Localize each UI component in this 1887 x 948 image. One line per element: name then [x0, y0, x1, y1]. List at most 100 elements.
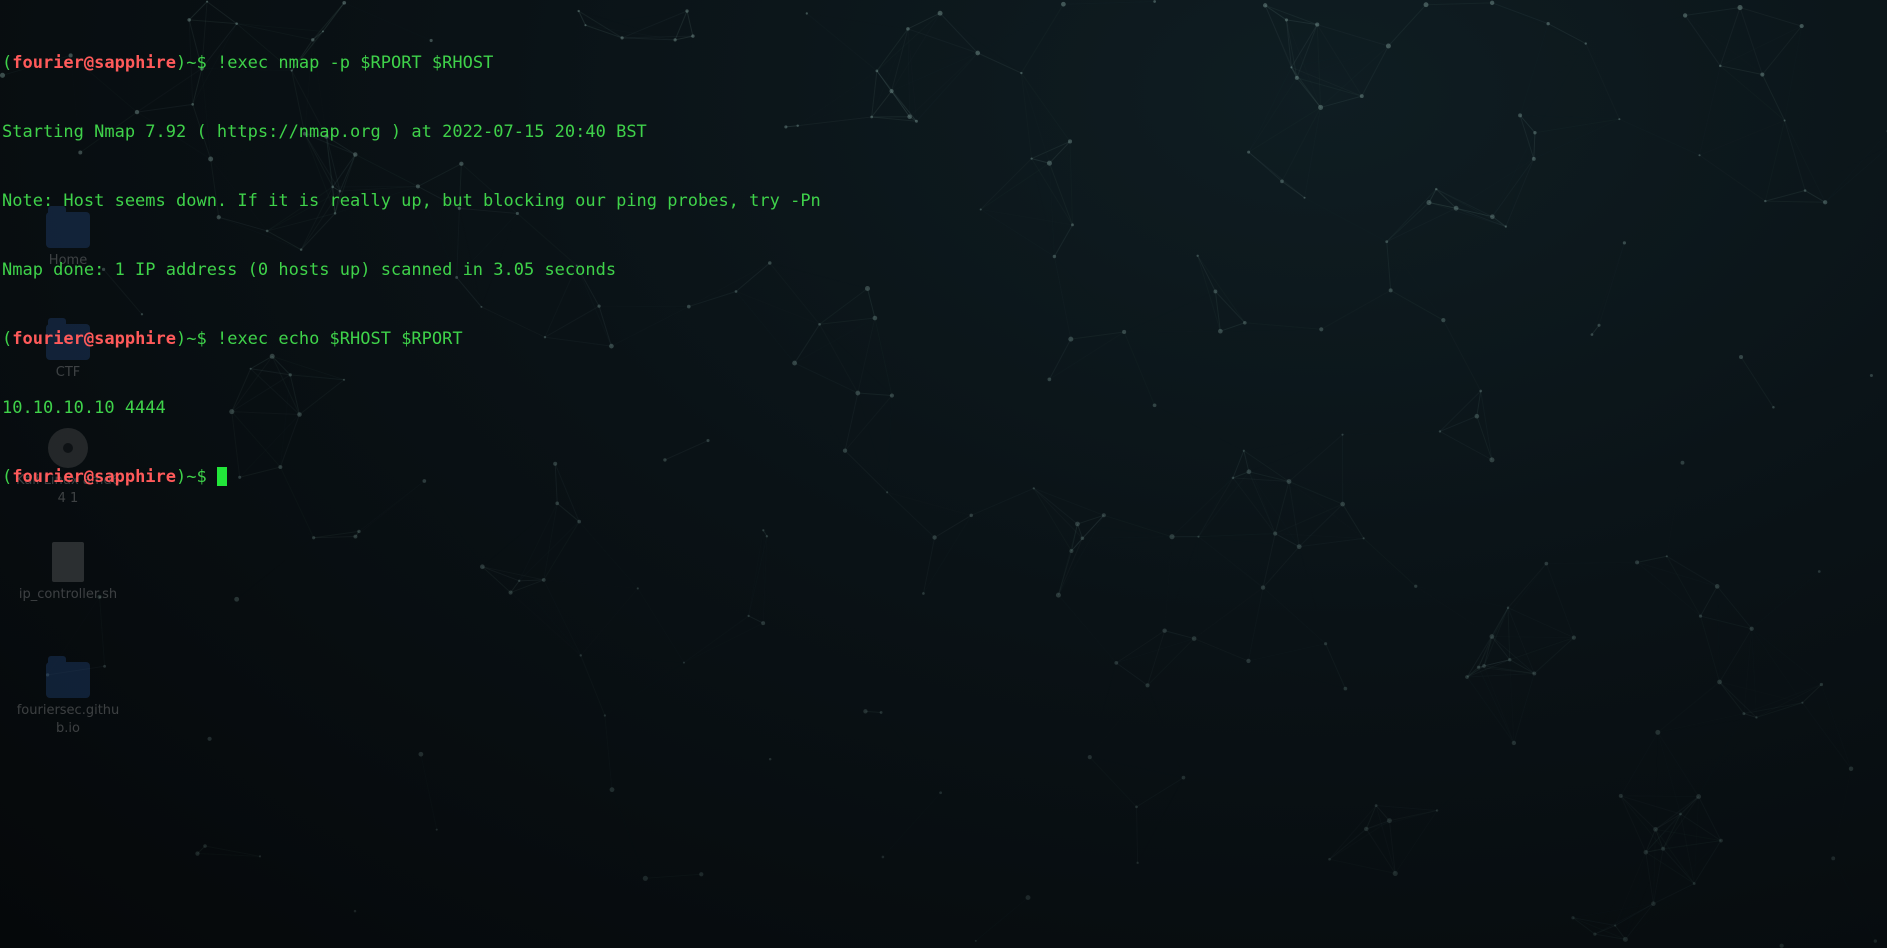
terminal-output-line: Note: Host seems down. If it is really u… — [2, 190, 1882, 213]
network-node — [418, 751, 424, 757]
network-line — [1699, 717, 1757, 796]
network-node — [1618, 793, 1623, 798]
network-node — [1343, 686, 1348, 691]
terminal-output-line: 10.10.10.10 4444 — [2, 397, 1882, 420]
network-node — [1848, 766, 1854, 771]
network-line — [748, 615, 764, 624]
network-line — [1248, 661, 1345, 689]
network-node — [1508, 658, 1512, 662]
network-line — [1136, 777, 1184, 808]
network-line — [1782, 858, 1834, 945]
network-node — [768, 757, 772, 761]
network-line — [1138, 778, 1184, 863]
network-line — [1802, 703, 1851, 769]
network-node — [922, 592, 925, 595]
network-node — [1506, 606, 1510, 609]
network-line — [1103, 514, 1173, 538]
desktop-icon-label: fouriersec.github.io — [16, 703, 120, 736]
network-line — [1658, 732, 1681, 814]
network-node — [353, 534, 358, 539]
network-node — [342, 0, 347, 5]
network-line — [865, 710, 882, 713]
network-node — [1435, 809, 1439, 812]
network-node — [206, 0, 209, 3]
network-node — [1324, 642, 1328, 646]
network-node — [974, 939, 977, 942]
network-line — [1165, 537, 1199, 631]
network-node — [1169, 534, 1175, 540]
network-line — [511, 593, 581, 656]
network-line — [1833, 769, 1851, 859]
network-line — [1492, 564, 1546, 637]
network-line — [1625, 849, 1663, 940]
terminal-window[interactable]: (fourier@sapphire)~$ !exec nmap -p $RPOR… — [2, 6, 1882, 512]
desktop-icon-label: ip_controller.sh — [18, 587, 118, 602]
network-line — [1194, 537, 1198, 639]
terminal-output: Note: Host seems down. If it is really u… — [2, 191, 821, 211]
desktop-icon-script[interactable]: ip_controller.sh — [8, 542, 128, 604]
network-line — [1716, 586, 1753, 630]
network-node — [1801, 701, 1804, 704]
terminal-output: Starting Nmap 7.92 ( https://nmap.org ) … — [2, 122, 647, 142]
network-line — [684, 623, 763, 663]
network-node — [1489, 0, 1495, 6]
network-node — [1817, 570, 1821, 573]
desktop-icon-fouriersec[interactable]: fouriersec.github.io — [8, 656, 128, 738]
network-line — [1416, 586, 1467, 677]
network-node — [1571, 916, 1575, 920]
network-node — [609, 787, 615, 793]
network-node — [1717, 679, 1722, 685]
network-line — [1646, 797, 1699, 853]
network-line — [579, 522, 638, 589]
network-line — [1752, 629, 1757, 718]
network-line — [519, 503, 557, 580]
network-node — [234, 596, 240, 602]
network-line — [1744, 629, 1752, 714]
network-node — [1328, 857, 1331, 861]
network-line — [1194, 588, 1263, 639]
network-line — [1363, 537, 1417, 587]
network-node — [1414, 584, 1418, 588]
network-node — [195, 851, 200, 856]
network-line — [1700, 586, 1718, 617]
network-node — [1831, 856, 1836, 861]
network-node — [1392, 870, 1398, 876]
network-line — [1478, 667, 1513, 743]
network-node — [258, 855, 262, 858]
network-node — [1698, 614, 1703, 618]
network-node — [1296, 544, 1302, 550]
network-line — [1077, 524, 1172, 537]
network-node — [969, 513, 973, 518]
network-node — [541, 578, 546, 582]
terminal-prompt-line: (fourier@sapphire)~$ !exec nmap -p $RPOR… — [2, 52, 1882, 75]
network-line — [1621, 732, 1658, 796]
network-line — [684, 616, 749, 663]
network-line — [1802, 684, 1822, 704]
network-line — [1116, 630, 1165, 664]
network-line — [1148, 685, 1184, 777]
network-node — [435, 828, 438, 831]
network-node — [1069, 548, 1074, 553]
network-line — [1546, 562, 1637, 563]
network-node — [1742, 712, 1746, 716]
network-node — [1260, 585, 1266, 590]
network-node — [1181, 775, 1186, 780]
network-node — [863, 709, 868, 714]
network-node — [480, 564, 485, 570]
network-line — [1574, 562, 1637, 637]
network-line — [1063, 2, 1154, 5]
network-line — [1491, 636, 1511, 661]
network-line — [1666, 556, 1701, 617]
network-line — [1262, 546, 1300, 588]
network-line — [1148, 661, 1249, 685]
network-node — [699, 872, 704, 877]
network-node — [1544, 561, 1549, 566]
network-line — [638, 588, 684, 662]
terminal-prompt-line: (fourier@sapphire)~$ — [2, 466, 1882, 489]
prompt-open-paren: ( — [2, 329, 13, 349]
prompt-path: )~$ — [176, 329, 217, 349]
network-node — [1593, 932, 1597, 936]
network-line — [1752, 629, 1822, 685]
network-node — [207, 736, 212, 741]
network-line — [1416, 586, 1492, 636]
